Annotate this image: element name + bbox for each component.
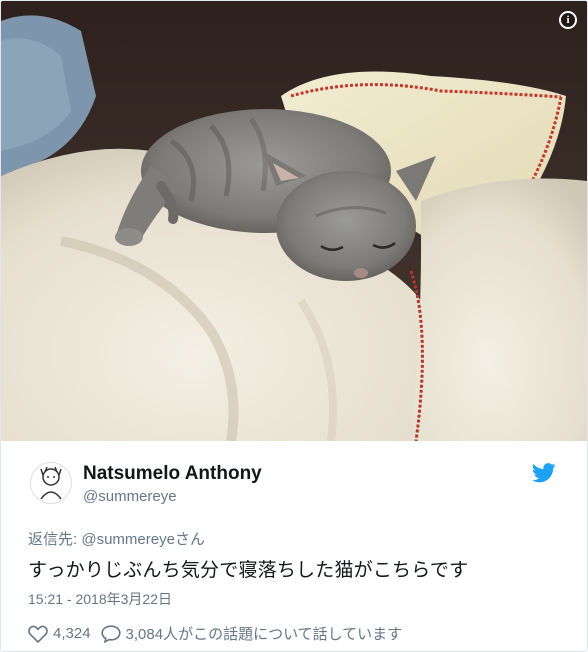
tweet-body: Natsumelo Anthony @summereye 返信先: @summe…	[1, 442, 587, 644]
tweet-header: Natsumelo Anthony @summereye	[28, 442, 560, 512]
tweet-timestamp[interactable]: 15:21 - 2018年3月22日	[28, 589, 560, 609]
reply-suffix: さん	[174, 531, 205, 548]
like-count: 4,324	[53, 625, 91, 642]
info-icon[interactable]: i	[559, 11, 577, 29]
display-name[interactable]: Natsumelo Anthony	[83, 463, 262, 485]
reply-mention-link[interactable]: @summereye	[81, 531, 175, 548]
discussion-action[interactable]: 3,084人がこの話題について話しています	[100, 623, 403, 644]
discussion-text: 3,084人がこの話題について話しています	[125, 626, 403, 643]
twitter-bird-icon[interactable]	[532, 463, 556, 483]
like-action[interactable]: 4,324	[28, 625, 91, 643]
tweet-photo[interactable]: i	[1, 1, 587, 441]
speech-bubble-icon[interactable]	[100, 624, 121, 643]
tweet-actions: 4,324 3,084人がこの話題について話しています	[28, 623, 560, 644]
reply-context: 返信先: @summereyeさん	[28, 528, 560, 549]
tweet-text: すっかりじぶんち気分で寝落ちした猫がこちらです	[28, 560, 469, 581]
reply-prefix: 返信先:	[28, 531, 78, 548]
avatar-illustration	[31, 463, 71, 503]
avatar[interactable]	[30, 462, 72, 504]
sleeping-kitten-image	[1, 1, 587, 441]
embedded-tweet-card: i Natsumelo Anthony @summereye 返信先: @sum…	[0, 0, 588, 652]
heart-icon[interactable]	[28, 625, 48, 643]
user-handle[interactable]: @summereye	[83, 488, 177, 505]
